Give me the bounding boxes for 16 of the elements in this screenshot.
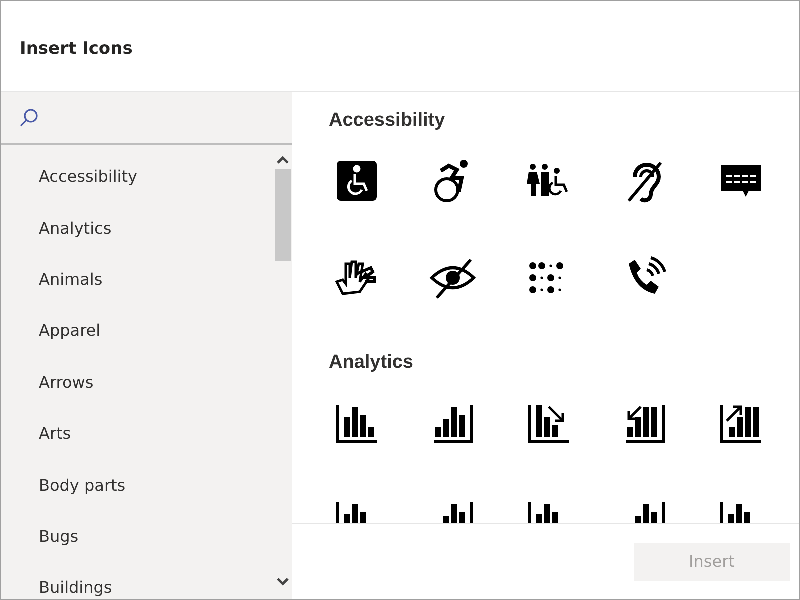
scroll-up-icon[interactable] [276, 155, 290, 165]
scrollbar-thumb[interactable] [275, 169, 291, 261]
section-heading: Analytics [329, 352, 414, 374]
category-item[interactable]: Accessibility [1, 151, 274, 202]
category-item[interactable]: Apparel [1, 305, 274, 357]
section-heading: Accessibility [329, 110, 446, 132]
search-icon [19, 108, 39, 128]
scroll-down-icon[interactable] [276, 577, 290, 587]
category-item[interactable]: Buildings [1, 562, 274, 599]
category-item[interactable]: Body parts [1, 459, 274, 511]
category-item[interactable]: Arts [1, 408, 274, 460]
category-item[interactable]: Analytics [1, 202, 274, 254]
category-item[interactable]: Animals [1, 254, 274, 306]
category-item[interactable]: Arrows [1, 356, 274, 408]
category-item[interactable]: Bugs [1, 510, 274, 562]
dialog-title: Insert Icons [20, 39, 133, 59]
